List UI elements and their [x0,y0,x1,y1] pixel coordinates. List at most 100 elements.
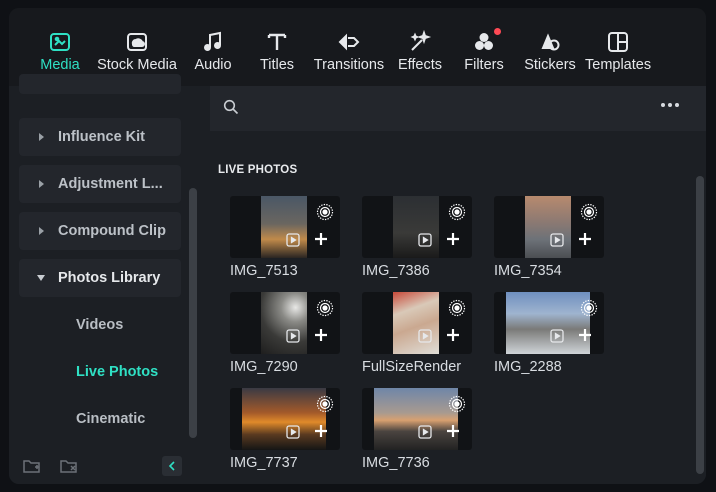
media-sidebar: Influence Kit Adjustment L... Compound C… [9,74,201,484]
media-item-name: IMG_7737 [230,455,298,471]
video-clip-icon [286,233,300,247]
tab-label: Stickers [524,57,576,73]
media-item-name: IMG_7290 [230,359,298,375]
sparkle-wand-icon [410,30,432,51]
caret-right-icon [39,227,44,235]
tab-label: Templates [585,57,652,73]
media-item[interactable]: IMG_7513 [230,196,340,280]
live-photo-icon [580,299,598,317]
tab-label: Effects [397,57,443,73]
tab-label: Filters [464,57,504,73]
video-clip-icon [286,425,300,439]
tab-label: Transitions [313,57,385,73]
caret-right-icon [39,180,44,188]
transition-arrows-icon [338,33,360,51]
tab-stickers[interactable]: Stickers [523,30,577,80]
sidebar-item-photos-library[interactable]: Photos Library [19,259,181,297]
notification-dot [494,28,501,35]
media-item[interactable]: IMG_7290 [230,292,340,376]
chevron-left-icon [168,461,175,471]
video-clip-icon [418,425,432,439]
tab-label: Media [40,57,80,73]
live-photo-icon [580,203,598,221]
media-item[interactable]: IMG_2288 [494,292,604,376]
video-clip-icon [550,233,564,247]
thumbnail[interactable] [494,292,604,354]
caret-right-icon [39,133,44,141]
add-icon[interactable] [446,328,460,342]
video-clip-icon [418,233,432,247]
sidebar-item-influence-kit[interactable]: Influence Kit [19,118,181,156]
tab-effects[interactable]: Effects [397,30,443,80]
tab-label: Audio [194,57,232,73]
media-item-name: FullSizeRender [362,359,462,375]
add-icon[interactable] [314,232,328,246]
tab-titles[interactable]: Titles [255,30,299,80]
video-clip-icon [286,329,300,343]
media-item-name: IMG_2288 [494,359,562,375]
tab-label: Titles [259,57,295,73]
section-title: LIVE PHOTOS [218,164,298,176]
live-photo-icon [448,395,466,413]
thumbnail[interactable] [230,196,340,258]
search-icon[interactable] [223,99,239,115]
thumbnail[interactable] [494,196,604,258]
tab-label: Stock Media [97,57,177,73]
add-icon[interactable] [578,232,592,246]
media-scrollbar[interactable] [696,176,704,474]
media-item-name: IMG_7386 [362,263,430,279]
sidebar-item-label: Adjustment L... [58,176,163,192]
sidebar-item-label: Influence Kit [58,129,146,145]
live-photo-icon [316,203,334,221]
thumbnail[interactable] [362,388,472,450]
music-note-icon [204,31,221,51]
add-icon[interactable] [314,424,328,438]
add-icon[interactable] [446,424,460,438]
live-photo-icon [316,299,334,317]
media-item-name: IMG_7736 [362,455,430,471]
media-item[interactable]: IMG_7736 [362,388,472,472]
collapse-panel-button[interactable] [162,456,182,476]
sidebar-item-label: Photos Library [58,270,161,286]
thumbnail[interactable] [362,196,472,258]
live-photo-icon [316,395,334,413]
media-item[interactable]: IMG_7354 [494,196,604,280]
filter-circles-icon [475,33,493,50]
video-clip-icon [550,329,564,343]
tab-audio[interactable]: Audio [191,30,235,80]
add-icon[interactable] [578,328,592,342]
new-folder-icon[interactable] [23,458,41,474]
add-icon[interactable] [446,232,460,246]
media-item-name: IMG_7513 [230,263,298,279]
tab-stock-media[interactable]: Stock Media [97,30,177,80]
thumbnail[interactable] [230,388,340,450]
sidebar-subitem-live-photos[interactable]: Live Photos [76,364,158,381]
sidebar-subitem-videos[interactable]: Videos [76,317,123,334]
caret-down-icon [37,275,45,281]
tab-templates[interactable]: Templates [585,30,651,80]
tab-transitions[interactable]: Transitions [313,30,385,80]
add-icon[interactable] [314,328,328,342]
sidebar-item-compound-clip[interactable]: Compound Clip [19,212,181,250]
tab-filters[interactable]: Filters [463,28,505,80]
media-icon [50,33,70,51]
sidebar-item-adjustment-layer[interactable]: Adjustment L... [19,165,181,203]
sidebar-subitem-cinematic[interactable]: Cinematic [76,411,145,428]
media-item[interactable]: IMG_7386 [362,196,472,280]
video-clip-icon [418,329,432,343]
stock-media-icon [127,33,147,51]
thumbnail[interactable] [230,292,340,354]
template-grid-icon [608,32,628,52]
sidebar-item-label: Compound Clip [58,223,166,239]
live-photo-icon [448,299,466,317]
media-item[interactable]: IMG_7737 [230,388,340,472]
tab-media[interactable]: Media [39,30,81,80]
more-options-icon[interactable] [660,101,680,109]
remove-folder-icon[interactable] [60,458,78,474]
search-bar[interactable] [210,86,706,131]
sidebar-scrollbar[interactable] [189,188,197,438]
media-item[interactable]: FullSizeRender [362,292,472,376]
sidebar-item-partial[interactable] [19,74,181,94]
thumbnail[interactable] [362,292,472,354]
live-photo-icon [448,203,466,221]
